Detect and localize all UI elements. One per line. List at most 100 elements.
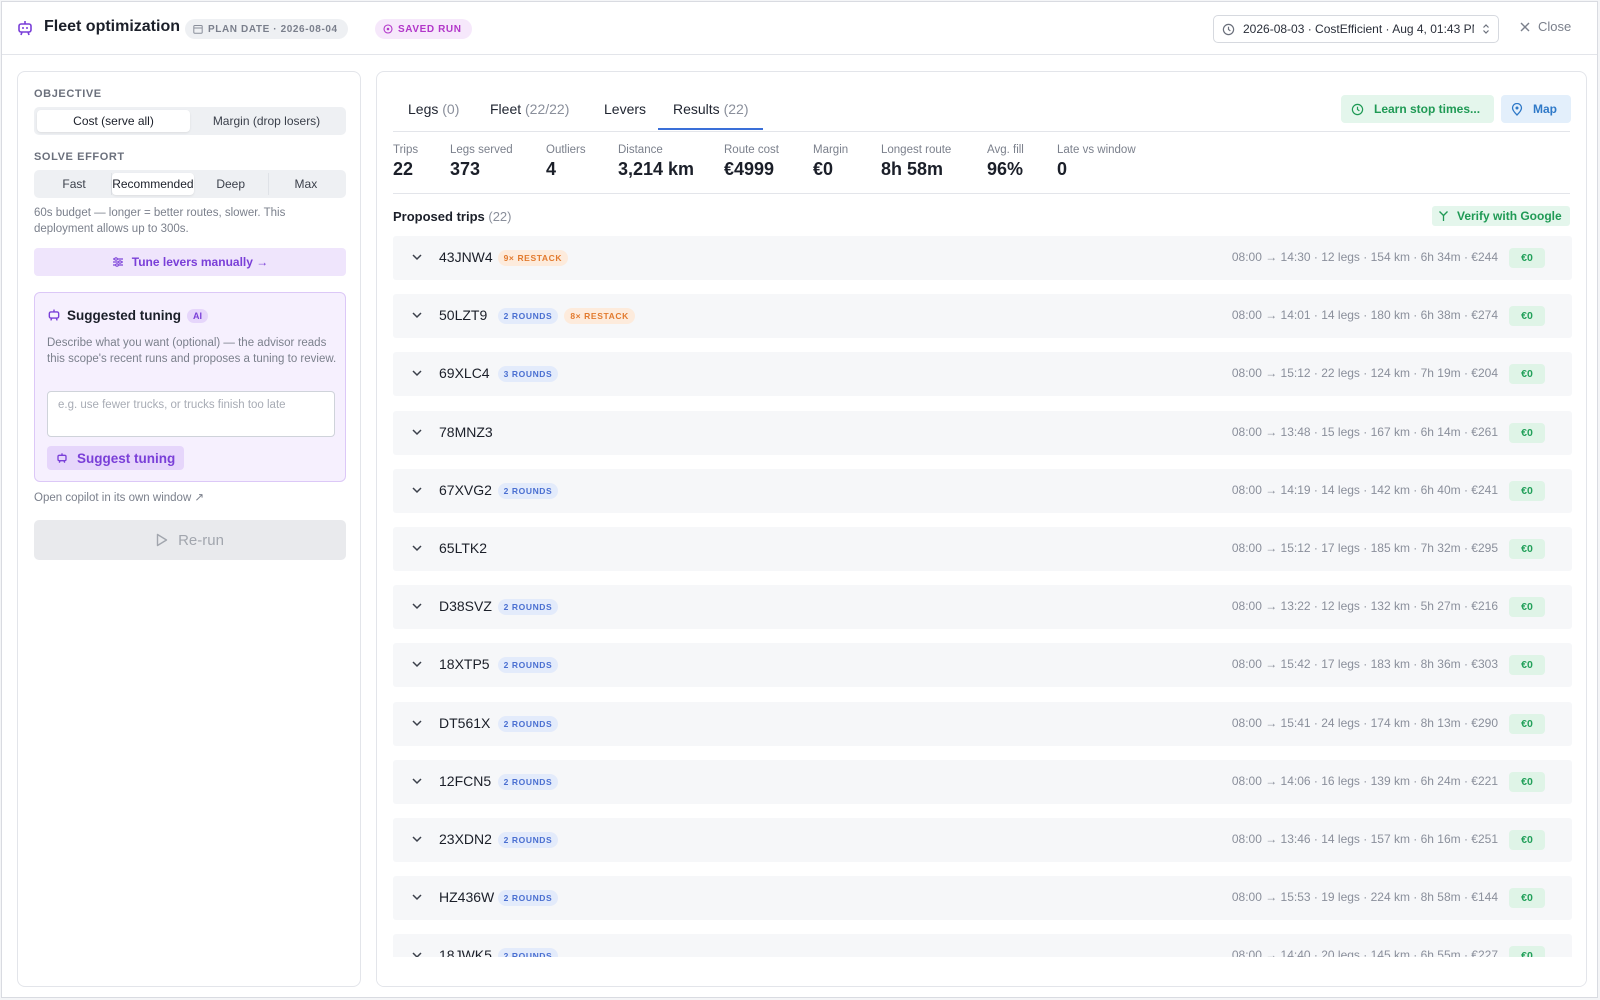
suggested-tuning-card: Suggested tuning AI Describe what you wa… bbox=[34, 292, 346, 482]
tune-levers-label: Tune levers manually → bbox=[131, 255, 269, 269]
tab-fleet[interactable]: Fleet (22/22) bbox=[490, 101, 569, 117]
suggest-tuning-button[interactable]: Suggest tuning bbox=[47, 446, 185, 470]
stat-value: 373 bbox=[450, 159, 481, 179]
objective-option-margin[interactable]: Margin (drop losers) bbox=[190, 110, 343, 132]
pin-icon bbox=[1511, 102, 1523, 116]
stat-legs-served: Legs served 373 bbox=[450, 144, 513, 180]
stat-late-vs-window: Late vs window 0 bbox=[1057, 144, 1136, 180]
tab-fleet-count: (22/22) bbox=[525, 101, 570, 117]
rerun-button[interactable]: Re-run bbox=[34, 520, 346, 560]
trip-row[interactable]: 78MNZ3 08:00 → 13:48 · 15 legs · 167 km ·… bbox=[393, 411, 1572, 455]
trip-id: 18JWK5 bbox=[439, 947, 492, 957]
chevron-down-icon[interactable] bbox=[410, 425, 424, 439]
trip-margin-badge: €0 bbox=[1509, 423, 1545, 443]
trip-badges: 2 ROUNDS bbox=[497, 657, 559, 673]
trip-id: 50LZT9 bbox=[439, 307, 488, 323]
learn-stop-times-button[interactable]: Learn stop times... bbox=[1341, 95, 1495, 123]
trip-row[interactable]: 18JWK5 2 ROUNDS 08:00 → 14:40 · 20 legs · … bbox=[393, 934, 1572, 957]
restack-badge: 9× RESTACK bbox=[497, 250, 569, 266]
trip-row[interactable]: 23XDN2 2 ROUNDS 08:00 → 13:46 · 14 legs · … bbox=[393, 818, 1572, 862]
tune-levers-link[interactable]: Tune levers manually → bbox=[34, 248, 346, 276]
fork-icon bbox=[1439, 211, 1448, 221]
saved-run-badge: SAVED RUN bbox=[375, 19, 472, 39]
stat-value: 96% bbox=[987, 159, 1024, 179]
trip-row[interactable]: 18XTP5 2 ROUNDS 08:00 → 15:42 · 17 legs · … bbox=[393, 643, 1572, 687]
chat-bubble-icon bbox=[383, 24, 393, 34]
page-title: Fleet optimization bbox=[44, 18, 180, 35]
trip-badges: 2 ROUNDS 8× RESTACK bbox=[497, 308, 635, 324]
objective-option-cost[interactable]: Cost (serve all) bbox=[37, 110, 190, 132]
trip-badges: 2 ROUNDS bbox=[497, 890, 559, 906]
effort-note: 60s budget — longer = better routes, slo… bbox=[34, 207, 286, 235]
trip-row[interactable]: DT561X 2 ROUNDS 08:00 → 15:41 · 24 legs · … bbox=[393, 702, 1572, 746]
chevron-down-icon[interactable] bbox=[410, 774, 424, 788]
close-button[interactable]: Close bbox=[1520, 19, 1571, 34]
trip-margin-badge: €0 bbox=[1509, 539, 1545, 559]
trip-row[interactable]: D38SVZ 2 ROUNDS 08:00 → 13:22 · 12 legs · … bbox=[393, 585, 1572, 629]
chevron-down-icon[interactable] bbox=[410, 716, 424, 730]
open-copilot-link[interactable]: Open copilot in its own window ↗ bbox=[34, 490, 204, 504]
trip-id: 43JNW4 bbox=[439, 249, 493, 265]
verify-with-google-button[interactable]: Verify with Google bbox=[1432, 206, 1570, 226]
stat-margin: Margin €0 bbox=[813, 144, 848, 180]
verify-with-google-label: Verify with Google bbox=[1457, 209, 1562, 223]
stat-label: Longest route bbox=[881, 144, 952, 156]
chevron-down-icon[interactable] bbox=[410, 366, 424, 380]
run-history-select[interactable]: 2026-08-03 · CostEfficient · Aug 4, 01:4… bbox=[1213, 15, 1499, 43]
play-icon bbox=[156, 533, 168, 547]
trip-row[interactable]: 69XLC4 3 ROUNDS 08:00 → 15:12 · 22 legs · … bbox=[393, 352, 1572, 396]
tab-legs[interactable]: Legs (0) bbox=[408, 101, 459, 117]
trip-row[interactable]: 43JNW4 9× RESTACK 08:00 → 14:30 · 12 legs … bbox=[393, 236, 1572, 280]
effort-option-recommended[interactable]: Recommended bbox=[112, 173, 194, 195]
effort-option-deep[interactable]: Deep bbox=[194, 173, 269, 195]
stat-label: Outliers bbox=[546, 144, 586, 156]
trip-summary: 08:00 → 13:22 · 12 legs · 132 km · 5h 27… bbox=[1231, 599, 1498, 613]
effort-option-fast[interactable]: Fast bbox=[37, 173, 113, 195]
rounds-badge: 2 ROUNDS bbox=[497, 774, 559, 790]
tab-fleet-label: Fleet bbox=[490, 101, 522, 117]
tuning-prompt-input[interactable] bbox=[47, 391, 335, 437]
proposed-trips-count: (22) bbox=[488, 209, 512, 224]
run-select-value: 2026-08-03 · CostEfficient · Aug 4, 01:4… bbox=[1243, 22, 1474, 36]
map-button[interactable]: Map bbox=[1501, 95, 1571, 123]
stat-outliers: Outliers 4 bbox=[546, 144, 586, 180]
chevron-down-icon[interactable] bbox=[410, 948, 424, 957]
trip-row[interactable]: 12FCN5 2 ROUNDS 08:00 → 14:06 · 16 legs · … bbox=[393, 760, 1572, 804]
chevron-down-icon[interactable] bbox=[410, 832, 424, 846]
trip-row[interactable]: HZ436W 2 ROUNDS 08:00 → 15:53 · 19 legs · … bbox=[393, 876, 1572, 920]
stat-avg-fill: Avg. fill 96% bbox=[987, 144, 1024, 180]
stat-label: Margin bbox=[813, 144, 849, 156]
trip-badges: 2 ROUNDS bbox=[497, 716, 559, 732]
plan-date-badge: PLAN DATE · 2026-08-04 bbox=[185, 19, 348, 39]
suggested-tuning-title: Suggested tuning bbox=[67, 308, 181, 323]
robot-icon bbox=[18, 21, 32, 36]
trip-row[interactable]: 50LZT9 2 ROUNDS 8× RESTACK 08:00 → 14:01 · … bbox=[393, 294, 1572, 338]
chevron-down-icon[interactable] bbox=[410, 250, 424, 264]
chevron-down-icon[interactable] bbox=[410, 890, 424, 904]
stat-trips: Trips 22 bbox=[393, 144, 418, 180]
trip-summary: 08:00 → 13:48 · 15 legs · 167 km · 6h 14… bbox=[1231, 425, 1498, 439]
stat-value: 0 bbox=[1057, 159, 1068, 179]
solve-effort-label: SOLVE EFFORT bbox=[34, 151, 125, 163]
chevron-down-icon[interactable] bbox=[410, 483, 424, 497]
trip-row[interactable]: 67XVG2 2 ROUNDS 08:00 → 14:19 · 14 legs · … bbox=[393, 469, 1572, 513]
tab-results-label: Results bbox=[673, 101, 720, 117]
proposed-trips-heading: Proposed trips (22) bbox=[393, 209, 512, 224]
trip-margin-badge: €0 bbox=[1509, 655, 1545, 675]
trip-margin-badge: €0 bbox=[1509, 306, 1545, 326]
close-icon bbox=[1520, 22, 1530, 31]
chevron-down-icon[interactable] bbox=[410, 541, 424, 555]
chevron-down-icon[interactable] bbox=[410, 599, 424, 613]
tab-levers[interactable]: Levers bbox=[604, 101, 646, 117]
rounds-badge: 2 ROUNDS bbox=[497, 832, 559, 848]
effort-option-max[interactable]: Max bbox=[269, 173, 343, 195]
stat-value: 4 bbox=[546, 159, 557, 179]
tab-results[interactable]: Results (22) bbox=[658, 101, 764, 130]
trip-summary: 08:00 → 14:30 · 12 legs · 154 km · 6h 34… bbox=[1231, 250, 1498, 264]
chevron-down-icon[interactable] bbox=[410, 308, 424, 322]
trip-row[interactable]: 65LTK2 08:00 → 15:12 · 17 legs · 185 km ·… bbox=[393, 527, 1572, 571]
chevron-down-icon[interactable] bbox=[410, 657, 424, 671]
stat-label: Trips bbox=[393, 144, 419, 156]
restack-badge: 8× RESTACK bbox=[564, 308, 635, 324]
map-label: Map bbox=[1533, 102, 1557, 116]
